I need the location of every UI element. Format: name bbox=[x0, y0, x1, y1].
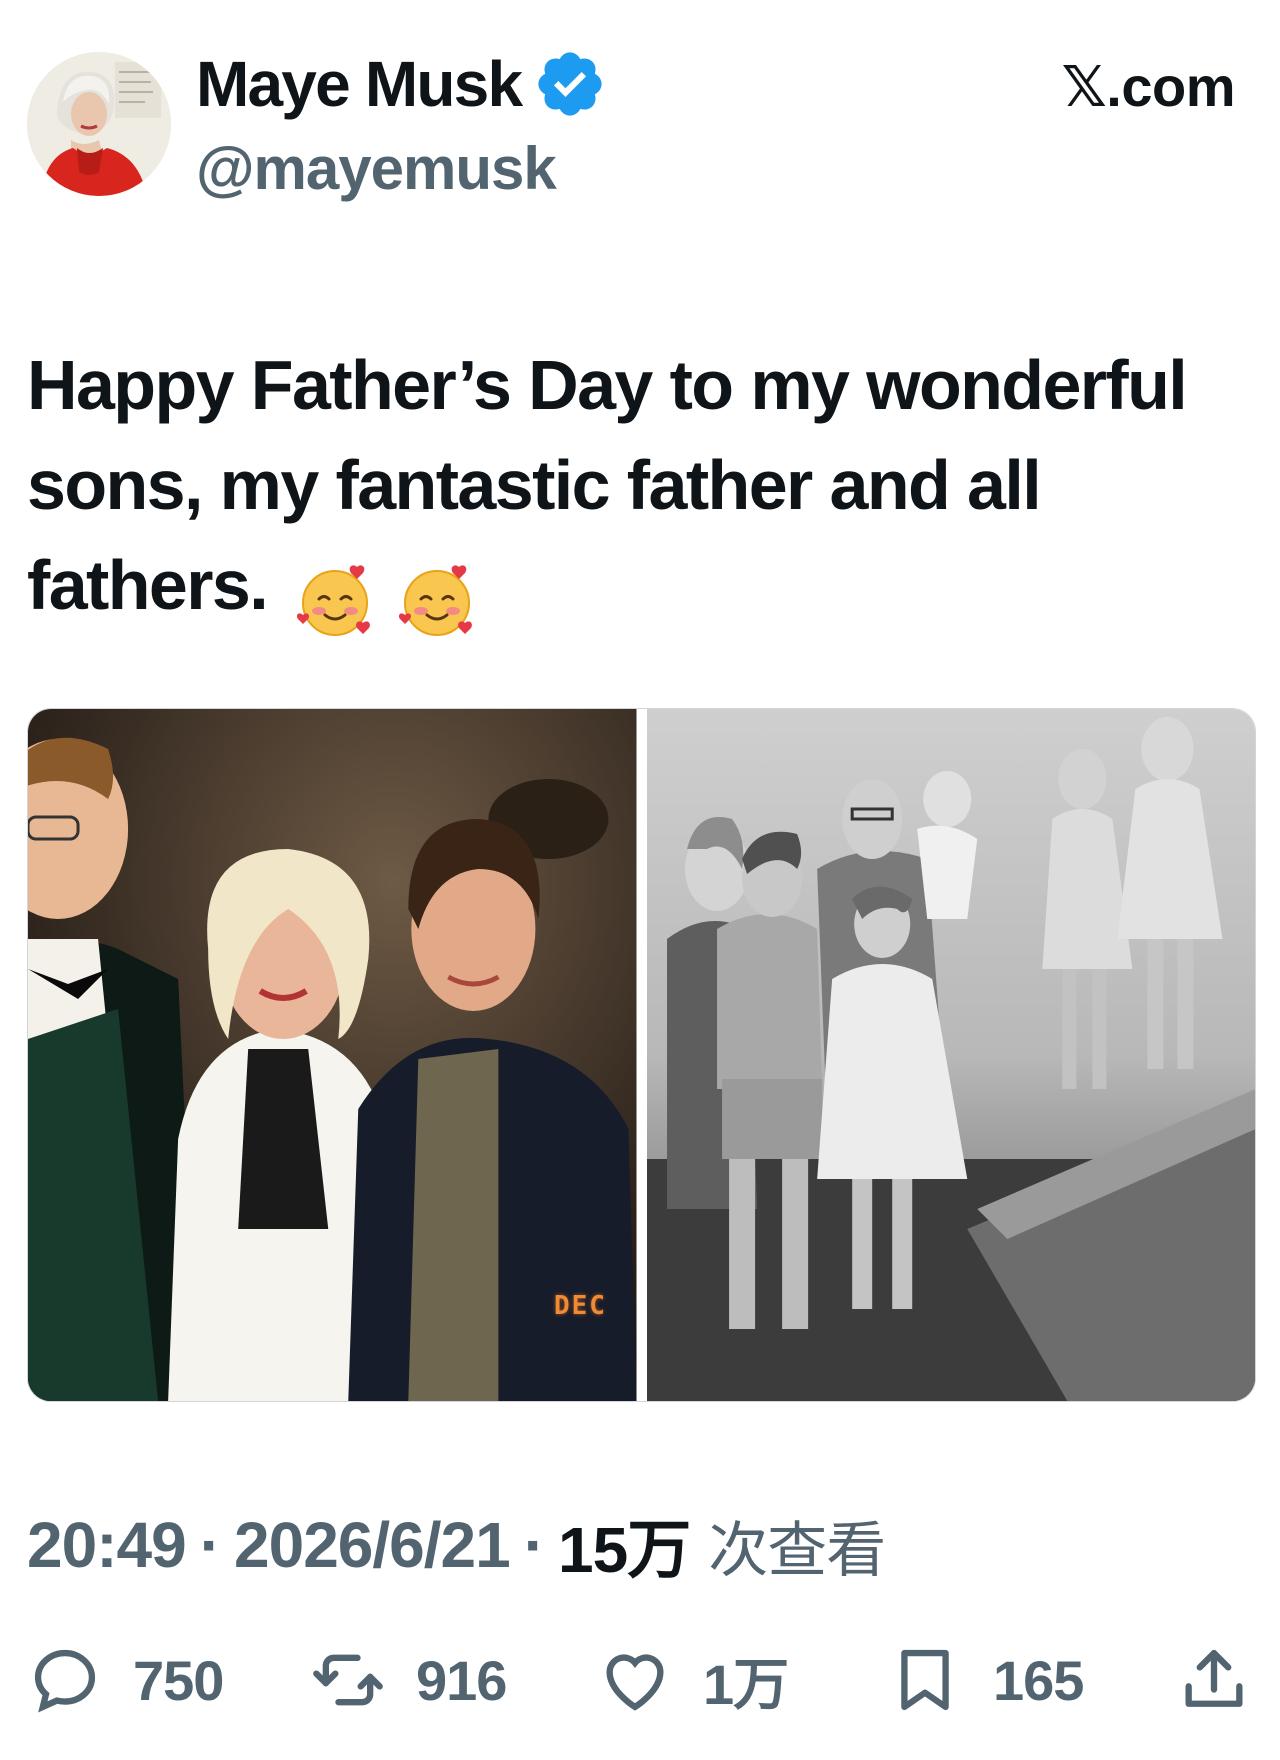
tweet-body: Happy Father’s Day to my wonderful sons,… bbox=[27, 346, 1188, 624]
reply-button[interactable]: 750 bbox=[27, 1635, 224, 1725]
views-label: 次查看 bbox=[708, 1515, 886, 1586]
tweet-time[interactable]: 20:49 bbox=[27, 1508, 187, 1582]
reply-count: 750 bbox=[133, 1648, 224, 1712]
bookmark-icon bbox=[901, 1649, 949, 1711]
like-count: 1万 bbox=[703, 1652, 789, 1716]
repost-count: 916 bbox=[416, 1648, 507, 1712]
tweet-meta: 20:49 · 2026/6/21 · 15万 次查看 bbox=[27, 1499, 886, 1591]
reply-icon bbox=[34, 1649, 96, 1713]
avatar[interactable] bbox=[27, 52, 171, 196]
share-button[interactable] bbox=[1176, 1635, 1252, 1725]
emoji-group bbox=[295, 545, 481, 645]
user-handle[interactable]: @mayemusk bbox=[196, 134, 557, 203]
verified-badge-icon bbox=[538, 52, 602, 116]
share-icon bbox=[1185, 1649, 1243, 1707]
source-logo: 𝕏.com bbox=[1061, 55, 1236, 118]
like-icon bbox=[606, 1654, 664, 1711]
bookmark-count: 165 bbox=[993, 1648, 1084, 1712]
tweet-text: Happy Father’s Day to my wonderful sons,… bbox=[27, 335, 1227, 645]
meta-separator: · bbox=[199, 1509, 221, 1581]
views-count[interactable]: 15万 bbox=[558, 1499, 691, 1591]
photo-family-vintage[interactable] bbox=[646, 709, 1255, 1401]
like-button[interactable]: 1万 bbox=[597, 1635, 789, 1725]
bookmark-button[interactable]: 165 bbox=[887, 1635, 1084, 1725]
repost-button[interactable]: 916 bbox=[310, 1635, 507, 1725]
smiling-face-with-hearts-icon bbox=[296, 564, 370, 636]
photo-family-color[interactable]: DEC bbox=[28, 709, 637, 1401]
tweet-date[interactable]: 2026/6/21 bbox=[234, 1508, 511, 1582]
tweet-header: Maye Musk @mayemusk 𝕏.com bbox=[0, 0, 1280, 240]
photo-date-stamp: DEC bbox=[554, 1291, 607, 1321]
meta-separator: · bbox=[523, 1509, 545, 1581]
tweet-media: DEC bbox=[27, 708, 1256, 1402]
tweet-actions: 750 916 1万 165 bbox=[27, 1635, 1252, 1725]
display-name[interactable]: Maye Musk bbox=[196, 47, 523, 121]
smiling-face-with-hearts-icon bbox=[398, 564, 472, 636]
display-name-row: Maye Musk bbox=[196, 44, 607, 124]
repost-icon bbox=[313, 1654, 383, 1706]
